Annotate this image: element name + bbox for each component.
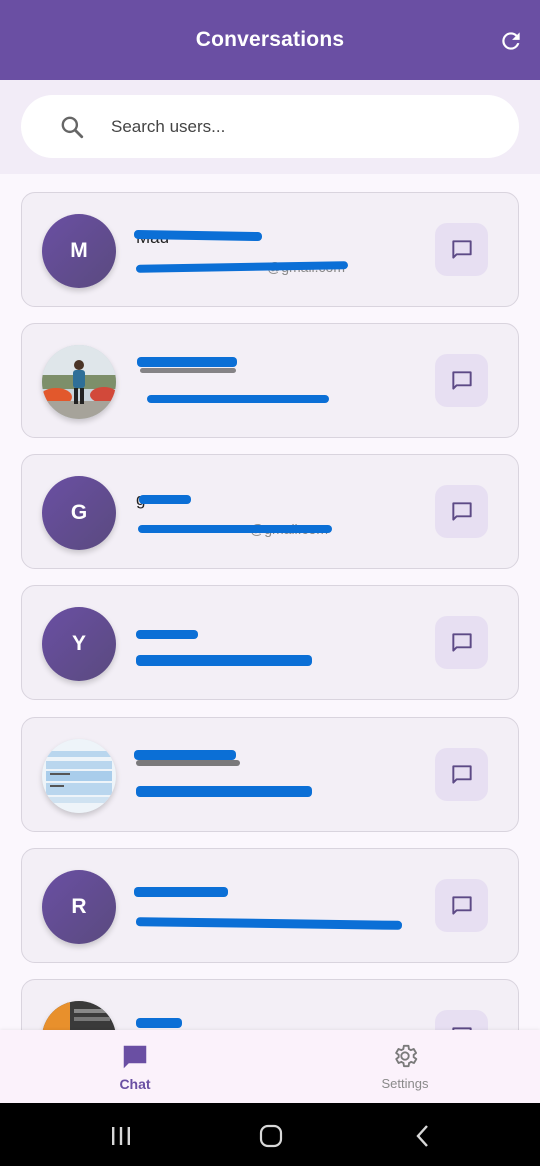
- profile-photo: [42, 739, 116, 813]
- nav-item-chat[interactable]: Chat: [0, 1030, 270, 1103]
- redaction-scribble: [136, 630, 198, 639]
- nav-label-settings: Settings: [381, 1076, 429, 1091]
- redaction-scribble: [135, 917, 403, 930]
- redaction-scribble: [147, 395, 329, 403]
- chat-button[interactable]: [435, 485, 488, 538]
- redaction-scribble: [139, 495, 191, 504]
- chat-icon: [123, 1045, 147, 1068]
- message-icon: [451, 895, 472, 915]
- system-nav-bar: [0, 1103, 540, 1166]
- chat-button[interactable]: [435, 748, 488, 801]
- search-box[interactable]: [21, 95, 519, 158]
- user-card[interactable]: Y: [21, 585, 519, 700]
- redaction-scribble: [137, 357, 237, 367]
- settings-icon: [395, 1044, 418, 1068]
- home-button[interactable]: [256, 1121, 286, 1151]
- message-icon: [451, 501, 472, 521]
- redaction-scribble: [136, 1018, 182, 1028]
- search-area: [0, 80, 540, 174]
- nav-item-settings[interactable]: Settings: [270, 1030, 540, 1103]
- profile-photo: [42, 1001, 116, 1030]
- user-card[interactable]: R: [21, 848, 519, 963]
- avatar: G: [42, 476, 116, 550]
- message-icon: [451, 632, 472, 652]
- redaction-scribble: [140, 368, 236, 373]
- avatar: R: [42, 870, 116, 944]
- recent-apps-button[interactable]: [106, 1121, 136, 1151]
- refresh-button[interactable]: [496, 26, 526, 56]
- redaction-scribble: [136, 760, 240, 766]
- chat-button[interactable]: [435, 879, 488, 932]
- chat-button[interactable]: [435, 223, 488, 276]
- back-icon: [416, 1125, 428, 1147]
- redaction-scribble: [136, 655, 312, 666]
- user-card[interactable]: [21, 979, 519, 1030]
- redaction-scribble: [136, 786, 312, 797]
- user-card[interactable]: [21, 717, 519, 832]
- message-icon: [451, 370, 472, 390]
- nav-label-chat: Chat: [119, 1075, 151, 1092]
- recent-apps-icon: [112, 1127, 130, 1145]
- user-list: M Mau @gmail.com: [0, 174, 540, 1030]
- avatar: [42, 345, 116, 419]
- redaction-scribble: [134, 887, 228, 897]
- avatar: Y: [42, 607, 116, 681]
- search-input[interactable]: [111, 113, 491, 141]
- home-icon: [259, 1124, 283, 1148]
- chat-button[interactable]: [435, 1010, 488, 1030]
- search-icon: [61, 116, 84, 139]
- avatar: [42, 1001, 116, 1030]
- page-title: Conversations: [195, 28, 345, 51]
- avatar: M: [42, 214, 116, 288]
- bottom-nav: Chat Settings: [0, 1030, 540, 1103]
- redaction-scribble: [138, 525, 332, 533]
- profile-photo: [42, 345, 116, 419]
- back-button[interactable]: [408, 1121, 438, 1151]
- redaction-scribble: [134, 750, 236, 760]
- message-icon: [451, 239, 472, 259]
- chat-button[interactable]: [435, 354, 488, 407]
- user-card[interactable]: G g @gmail.com: [21, 454, 519, 569]
- refresh-icon: [502, 32, 520, 50]
- chat-button[interactable]: [435, 616, 488, 669]
- user-card[interactable]: M Mau @gmail.com: [21, 192, 519, 307]
- message-icon: [451, 764, 472, 784]
- avatar: [42, 739, 116, 813]
- user-card[interactable]: [21, 323, 519, 438]
- app-bar: Conversations: [0, 0, 540, 80]
